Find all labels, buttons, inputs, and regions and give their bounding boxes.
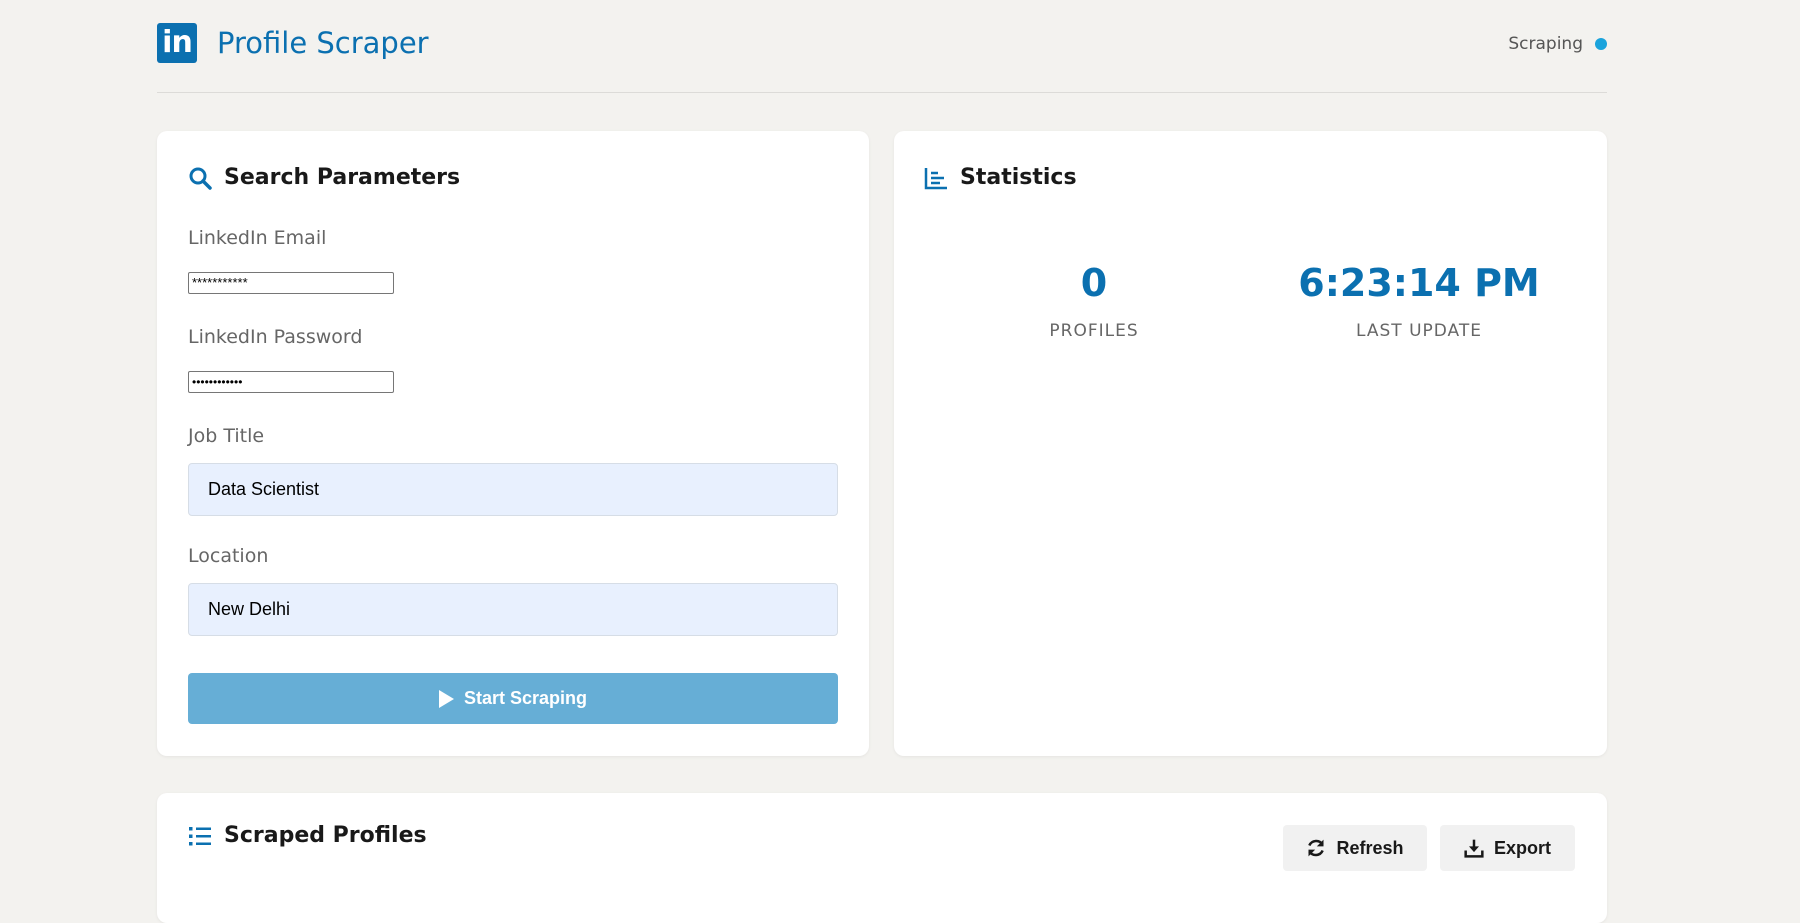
export-label: Export: [1493, 837, 1551, 858]
scraped-profiles-title: Scraped Profiles: [188, 823, 427, 848]
statistics-title: Statistics: [924, 165, 1077, 190]
scraped-profiles-card: Scraped Profiles Refresh Export: [157, 793, 1607, 923]
linkedin-logo-icon: in: [157, 23, 197, 63]
last-update-stat: 6:23:14 PM LAST UPDATE: [1269, 261, 1569, 341]
header: in Profile Scraper Scraping: [157, 0, 1607, 93]
refresh-icon: [1308, 839, 1325, 857]
logo-text: in: [162, 25, 193, 60]
list-icon: [189, 826, 211, 845]
download-icon: [1464, 839, 1484, 858]
statistics-card: Statistics 0 PROFILES 6:23:14 PM LAST UP…: [894, 131, 1607, 756]
brand: in Profile Scraper: [157, 23, 429, 63]
password-field[interactable]: ••••••••••••: [188, 371, 394, 393]
start-scraping-button[interactable]: Start Scraping: [188, 673, 838, 724]
page: in Profile Scraper Scraping Search Param…: [157, 0, 1607, 923]
app-title: Profile Scraper: [217, 26, 429, 60]
search-parameters-label: Search Parameters: [224, 165, 461, 190]
last-update-time: 6:23:14 PM: [1298, 261, 1540, 305]
profiles-stat-label: PROFILES: [1049, 321, 1139, 341]
job-title-label: Job Title: [188, 425, 265, 447]
start-scraping-label: Start Scraping: [463, 688, 588, 708]
chart-icon: [924, 167, 947, 189]
job-title-input[interactable]: Data Scientist: [188, 463, 838, 516]
password-label: LinkedIn Password: [188, 326, 363, 348]
profiles-count: 0: [1080, 261, 1108, 305]
search-parameters-title: Search Parameters: [188, 165, 460, 190]
status-dot-icon: [1595, 38, 1607, 50]
last-update-label: LAST UPDATE: [1356, 321, 1482, 341]
email-label: LinkedIn Email: [188, 227, 327, 249]
search-icon: [189, 167, 212, 190]
export-button[interactable]: Export: [1440, 825, 1575, 871]
scraped-profiles-label: Scraped Profiles: [224, 823, 427, 848]
refresh-label: Refresh: [1336, 837, 1404, 858]
profiles-stat: 0 PROFILES: [944, 261, 1244, 341]
refresh-button[interactable]: Refresh: [1283, 825, 1427, 871]
status-indicator: Scraping: [1508, 34, 1607, 54]
statistics-label: Statistics: [960, 165, 1077, 190]
location-input[interactable]: New Delhi: [188, 583, 838, 636]
email-field[interactable]: ***********: [188, 272, 394, 294]
search-parameters-card: Search Parameters LinkedIn Email *******…: [157, 131, 869, 756]
location-label: Location: [188, 545, 269, 567]
play-icon: [438, 689, 454, 708]
status-text: Scraping: [1508, 34, 1583, 54]
